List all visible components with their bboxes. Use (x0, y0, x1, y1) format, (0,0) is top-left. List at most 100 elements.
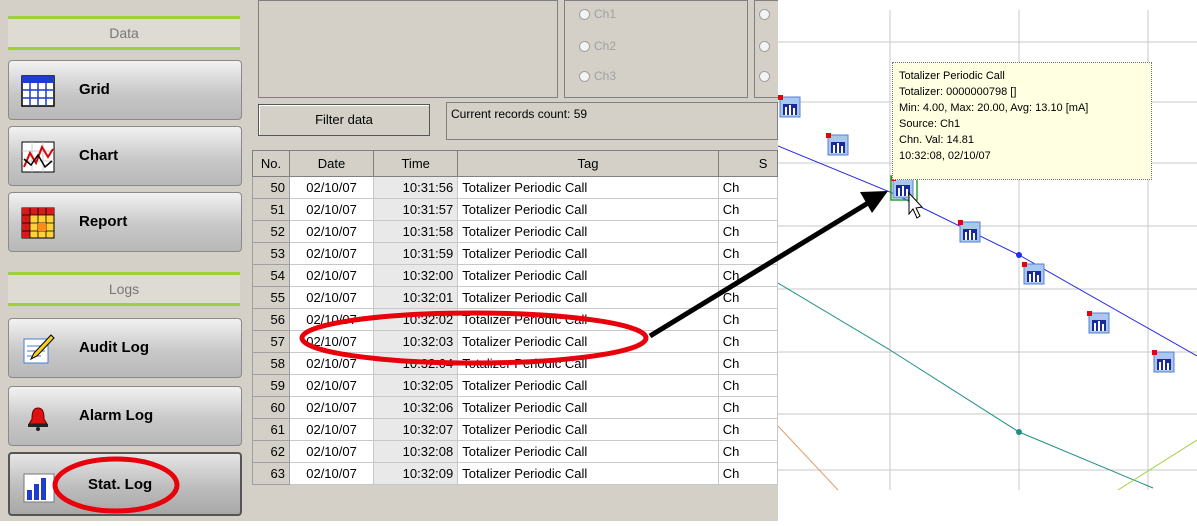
row-number-cell: 60 (252, 396, 290, 419)
filter-data-button[interactable]: Filter data (258, 104, 430, 136)
time-cell: 10:32:06 (373, 396, 459, 419)
row-number-cell: 58 (252, 352, 290, 375)
event-marker-icon[interactable] (1152, 350, 1175, 373)
tag-cell: Totalizer Periodic Call (457, 264, 719, 287)
channel-radio-b3[interactable] (759, 69, 774, 83)
series-line-4 (1117, 439, 1197, 491)
report-button-label: Report (79, 213, 128, 230)
source-cell: Ch (717, 176, 778, 199)
table-row[interactable]: 63 02/10/07 10:32:09 Totalizer Periodic Cal… (252, 462, 778, 485)
grid-icon (21, 75, 55, 107)
table-row[interactable]: 56 02/10/07 10:32:02 Totalizer Periodic Cal… (252, 308, 778, 331)
radio-icon (579, 41, 590, 53)
date-cell: 02/10/07 (288, 462, 375, 485)
audit-log-button[interactable]: Audit Log (8, 318, 242, 378)
data-section-label: Data (109, 25, 139, 41)
stat-log-button[interactable]: Stat. Log (8, 452, 242, 516)
logs-section-label: Logs (108, 281, 140, 297)
tag-cell: Totalizer Periodic Call (457, 242, 719, 265)
tooltip-line: Totalizer Periodic Call (899, 70, 1005, 82)
table-row[interactable]: 50 02/10/07 10:31:56 Totalizer Periodic Cal… (252, 176, 778, 199)
event-marker-icon[interactable] (1087, 311, 1110, 334)
event-marker-icon[interactable] (778, 95, 801, 118)
date-cell: 02/10/07 (288, 440, 375, 463)
time-cell: 10:32:08 (373, 440, 459, 463)
channel-radio-1[interactable]: Ch1 (579, 7, 616, 21)
row-number-cell: 52 (252, 220, 290, 243)
radio-icon (579, 71, 590, 83)
channel-radio-1-label: Ch1 (594, 7, 617, 21)
series-2-point (1016, 429, 1022, 435)
table-row[interactable]: 52 02/10/07 10:31:58 Totalizer Periodic Cal… (252, 220, 778, 243)
column-header-no[interactable]: No. (252, 150, 290, 177)
source-cell: Ch (717, 264, 778, 287)
row-number-cell: 61 (252, 418, 290, 441)
grid-button[interactable]: Grid (8, 60, 242, 120)
table-row[interactable]: 62 02/10/07 10:32:08 Totalizer Periodic Cal… (252, 440, 778, 463)
source-cell: Ch (717, 462, 778, 485)
table-row[interactable]: 54 02/10/07 10:32:00 Totalizer Periodic Cal… (252, 264, 778, 287)
report-icon (21, 207, 55, 239)
tag-cell: Totalizer Periodic Call (457, 308, 719, 331)
channel-radio-b1[interactable] (759, 7, 774, 21)
column-header-tag[interactable]: Tag (457, 150, 719, 177)
time-cell: 10:31:59 (373, 242, 459, 265)
row-number-cell: 63 (252, 462, 290, 485)
row-number-cell: 51 (252, 198, 290, 221)
chart-button[interactable]: Chart (8, 126, 242, 186)
time-cell: 10:32:01 (373, 286, 459, 309)
date-cell: 02/10/07 (288, 374, 375, 397)
chart-button-label: Chart (79, 147, 119, 164)
chart-icon (21, 141, 55, 173)
column-header-source[interactable]: S (717, 150, 778, 177)
row-number-cell: 56 (252, 308, 290, 331)
tag-cell: Totalizer Periodic Call (457, 286, 719, 309)
source-cell: Ch (717, 418, 778, 441)
channel-radio-b2[interactable] (759, 39, 774, 53)
column-header-time[interactable]: Time (373, 150, 459, 177)
stat-log-button-label: Stat. Log (88, 476, 153, 493)
alarm-log-button-label: Alarm Log (79, 407, 154, 424)
time-cell: 10:32:05 (373, 374, 459, 397)
column-header-date[interactable]: Date (288, 150, 375, 177)
table-row[interactable]: 58 02/10/07 10:32:04 Totalizer Periodic Cal… (252, 352, 778, 375)
mouse-cursor-icon (908, 191, 923, 219)
report-button[interactable]: Report (8, 192, 242, 252)
source-cell: Ch (717, 352, 778, 375)
table-row[interactable]: 59 02/10/07 10:32:05 Totalizer Periodic Cal… (252, 374, 778, 397)
date-cell: 02/10/07 (288, 352, 375, 375)
logs-section-header: Logs (8, 272, 240, 306)
table-row[interactable]: 55 02/10/07 10:32:01 Totalizer Periodic Cal… (252, 286, 778, 309)
table-row[interactable]: 60 02/10/07 10:32:06 Totalizer Periodic Cal… (252, 396, 778, 419)
source-cell: Ch (717, 374, 778, 397)
tag-cell: Totalizer Periodic Call (457, 330, 719, 353)
alarm-log-button[interactable]: Alarm Log (8, 386, 242, 446)
records-count: Current records count: 59 (446, 102, 778, 140)
date-cell: 02/10/07 (288, 308, 375, 331)
tooltip-line: Source: Ch1 (899, 118, 961, 130)
radio-icon (759, 71, 770, 83)
event-marker-icon[interactable] (958, 220, 981, 243)
sidebar: Data Grid Chart Report Logs Audit Log Al… (0, 0, 248, 521)
radio-icon (759, 9, 770, 21)
table-row[interactable]: 53 02/10/07 10:31:59 Totalizer Periodic Cal… (252, 242, 778, 265)
row-number-cell: 54 (252, 264, 290, 287)
table-row[interactable]: 57 02/10/07 10:32:03 Totalizer Periodic Cal… (252, 330, 778, 353)
date-cell: 02/10/07 (288, 176, 375, 199)
tag-cell: Totalizer Periodic Call (457, 198, 719, 221)
tag-cell: Totalizer Periodic Call (457, 176, 719, 199)
date-cell: 02/10/07 (288, 396, 375, 419)
table-row[interactable]: 61 02/10/07 10:32:07 Totalizer Periodic Cal… (252, 418, 778, 441)
date-cell: 02/10/07 (288, 264, 375, 287)
event-marker-icon[interactable] (1022, 262, 1045, 285)
event-marker-icon[interactable] (826, 133, 849, 156)
row-number-cell: 53 (252, 242, 290, 265)
table-row[interactable]: 51 02/10/07 10:31:57 Totalizer Periodic Cal… (252, 198, 778, 221)
source-cell: Ch (717, 396, 778, 419)
channel-radio-2[interactable]: Ch2 (579, 39, 616, 53)
channel-radio-3[interactable]: Ch3 (579, 69, 616, 83)
channel-selector-box: Ch1 Ch2 Ch3 (564, 0, 748, 98)
channel-selector-box-2 (754, 0, 778, 98)
date-cell: 02/10/07 (288, 242, 375, 265)
data-section-header: Data (8, 16, 240, 50)
